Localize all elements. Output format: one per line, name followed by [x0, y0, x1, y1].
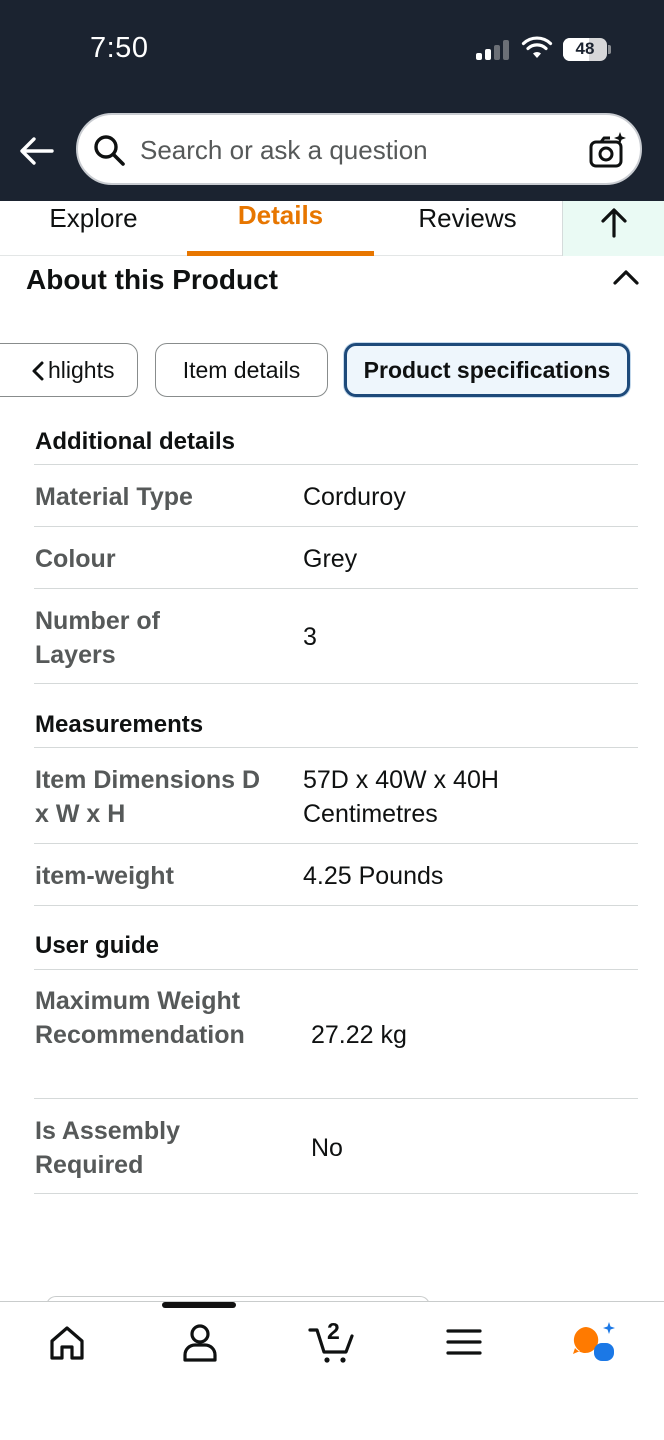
divider	[34, 464, 638, 465]
collapse-chevron-up-icon[interactable]	[612, 266, 640, 290]
spec-label: Colour	[35, 545, 116, 573]
spec-value: 57D x 40W x 40H Centimetres	[303, 766, 499, 828]
spec-value: 3	[303, 623, 317, 651]
divider	[34, 588, 638, 589]
search-bar[interactable]: Search or ask a question	[76, 113, 642, 185]
tab-reviews[interactable]: Reviews	[374, 201, 561, 256]
user-guide-heading: User guide	[35, 932, 160, 959]
camera-search-icon[interactable]	[588, 131, 628, 169]
spec-value: Grey	[303, 545, 358, 573]
app-header: 7:50 48 Search or ask a question	[0, 0, 664, 201]
pill-product-specifications-label: Product specifications	[363, 357, 611, 383]
pill-highlights-label: hlights	[48, 357, 115, 383]
tab-explore[interactable]: Explore	[0, 201, 187, 256]
divider	[34, 905, 638, 906]
wifi-icon	[521, 36, 553, 58]
active-tab-indicator	[162, 1302, 236, 1308]
status-time: 7:50	[90, 32, 149, 64]
scroll-to-top-button[interactable]	[562, 201, 664, 256]
spec-label: Item Dimensions D x W x H	[35, 766, 261, 828]
account-icon[interactable]	[176, 1320, 224, 1364]
divider	[34, 747, 638, 748]
rufus-ai-icon[interactable]	[570, 1320, 618, 1364]
pill-highlights[interactable]: hlights	[0, 343, 138, 397]
pill-item-details-label: Item details	[182, 357, 301, 383]
divider	[34, 1193, 638, 1194]
spec-label: item-weight	[35, 862, 174, 890]
pill-product-specifications[interactable]: Product specifications	[344, 343, 630, 397]
measurements-heading: Measurements	[35, 711, 204, 738]
additional-details-heading: Additional details	[35, 428, 236, 455]
battery-level: 48	[575, 39, 595, 58]
spec-value: 27.22 kg	[311, 1021, 407, 1049]
divider	[34, 526, 638, 527]
spec-label: Material Type	[35, 483, 193, 511]
spec-value: 4.25 Pounds	[303, 862, 444, 890]
back-arrow-icon[interactable]	[18, 133, 56, 169]
divider	[34, 843, 638, 844]
cellular-signal-icon	[476, 40, 510, 60]
divider	[34, 683, 638, 684]
search-input[interactable]: Search or ask a question	[140, 135, 428, 166]
tab-explore-label: Explore	[49, 203, 138, 233]
battery-icon: 48	[563, 38, 607, 61]
divider	[34, 1098, 638, 1099]
arrow-up-icon	[601, 208, 627, 238]
battery-nub	[608, 45, 611, 54]
menu-icon[interactable]	[440, 1320, 488, 1364]
spec-label: Maximum Weight Recommendation	[35, 987, 245, 1049]
spec-label: Is Assembly Required	[35, 1117, 180, 1179]
search-icon	[94, 135, 125, 166]
spec-label: Number of Layers	[35, 607, 160, 669]
section-title: About this Product	[26, 264, 278, 295]
tab-details-label: Details	[237, 200, 324, 230]
divider	[34, 969, 638, 970]
tab-reviews-label: Reviews	[418, 203, 517, 233]
tab-details[interactable]: Details	[187, 200, 374, 256]
home-icon[interactable]	[43, 1320, 91, 1364]
cart-count-badge: 2	[327, 1318, 340, 1344]
chevron-left-icon[interactable]	[30, 360, 46, 382]
spec-value: No	[311, 1134, 343, 1162]
pill-item-details[interactable]: Item details	[155, 343, 328, 397]
spec-value: Corduroy	[303, 483, 406, 511]
